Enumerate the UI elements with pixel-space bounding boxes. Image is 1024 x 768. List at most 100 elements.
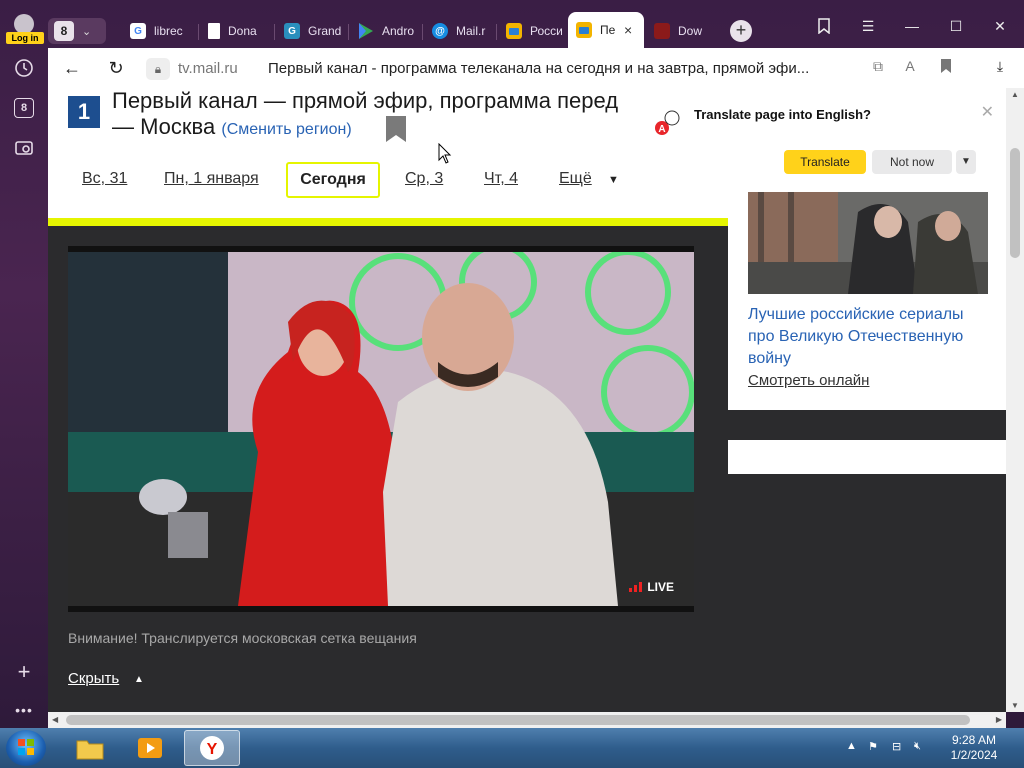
tv-icon <box>506 23 522 39</box>
close-tab-icon[interactable]: × <box>624 22 632 38</box>
translate-icon[interactable]: A <box>900 58 920 78</box>
day-link[interactable]: Чт, 4 <box>484 170 518 188</box>
bookmark-icon[interactable] <box>936 58 956 78</box>
tab-title: Росси <box>530 24 563 38</box>
watch-online-link[interactable]: Смотреть онлайн <box>748 372 869 389</box>
bookmark-page-icon[interactable] <box>386 116 406 142</box>
tabs-count-icon[interactable]: 8 <box>10 94 38 122</box>
page-title-line2: — Москва (Сменить регион) <box>112 114 352 140</box>
day-link[interactable]: Вс, 31 <box>82 170 127 188</box>
screenshot-icon[interactable] <box>10 134 38 162</box>
tab-separator <box>198 24 199 40</box>
horizontal-scrollbar[interactable]: ◀ ▶ <box>48 712 1006 728</box>
not-now-button[interactable]: Not now <box>872 150 952 174</box>
yandex-browser-taskbar-button[interactable]: Y <box>184 730 240 766</box>
copy-link-icon[interactable]: ⧉ <box>868 58 888 78</box>
clock-time: 9:28 AM <box>951 733 997 747</box>
more-days-link[interactable]: Ещё <box>559 170 592 188</box>
page-title-line1: Первый канал — прямой эфир, программа пе… <box>112 88 619 113</box>
close-icon[interactable]: ✕ <box>981 102 994 122</box>
clock-date: 1/2/2024 <box>950 748 998 762</box>
tab-count-button[interactable]: 8 ⌄ <box>48 18 106 44</box>
bookmarks-panel-icon[interactable] <box>812 18 836 38</box>
vertical-scroll-thumb[interactable] <box>1010 148 1020 258</box>
address-bar-row: ← ↻ 🔒︎ tv.mail.ru Первый канал - програм… <box>48 48 1024 88</box>
reload-button[interactable]: ↻ <box>104 56 128 80</box>
video-player[interactable]: LIVE <box>68 252 694 606</box>
tab[interactable]: G librec <box>122 16 190 46</box>
minimize-icon[interactable]: — <box>900 18 924 38</box>
tab-active[interactable]: Пе × <box>568 12 644 48</box>
start-button[interactable] <box>6 730 46 766</box>
promo-image[interactable] <box>748 192 988 294</box>
caret-up-icon[interactable]: ▲ <box>134 674 144 685</box>
login-button[interactable]: Log in <box>4 12 44 46</box>
horizontal-scroll-thumb[interactable] <box>66 715 970 725</box>
tab-title: Dow <box>678 24 703 38</box>
broadcast-warning: Внимание! Транслируется московская сетка… <box>68 630 417 646</box>
translate-title: Translate page into English? <box>694 107 871 122</box>
folder-icon <box>76 740 104 760</box>
day-link[interactable]: Пн, 1 января <box>164 170 259 188</box>
mouse-cursor <box>438 142 452 170</box>
download-site-icon <box>654 23 670 39</box>
promo-title[interactable]: Лучшие российские сериалы про Великую От… <box>748 304 994 370</box>
tab-strip: 8 ⌄ G librec Dona G Grand Andro @ Mail.r… <box>48 10 1024 48</box>
tab[interactable]: Dona <box>200 16 264 46</box>
action-center-icon[interactable]: ⚑ <box>868 740 878 753</box>
translate-button[interactable]: Translate <box>784 150 866 174</box>
grand-icon: G <box>284 23 300 39</box>
document-icon <box>208 23 220 39</box>
back-button[interactable]: ← <box>60 56 84 80</box>
maximize-icon[interactable]: ☐ <box>944 18 968 38</box>
show-hidden-icons[interactable]: ▲ <box>846 740 857 752</box>
tab[interactable]: Dow <box>646 16 714 46</box>
new-tab-button[interactable]: + <box>730 20 752 42</box>
svg-text:A: A <box>658 124 665 135</box>
channel-one-logo[interactable]: 1 <box>68 96 100 128</box>
scroll-down-icon[interactable]: ▼ <box>1011 701 1019 710</box>
url-page-title[interactable]: Первый канал - программа телеканала на с… <box>268 60 838 77</box>
lock-icon[interactable]: 🔒︎ <box>146 58 170 80</box>
add-panel-icon[interactable]: + <box>10 658 38 686</box>
tab-title: Grand <box>308 24 342 38</box>
scroll-right-icon[interactable]: ▶ <box>996 715 1002 724</box>
scroll-left-icon[interactable]: ◀ <box>52 715 58 724</box>
change-region-link[interactable]: (Сменить регион) <box>221 121 351 138</box>
day-navigation: Вс, 31 Пн, 1 января Сегодня Ср, 3 Чт, 4 … <box>48 162 728 198</box>
system-clock[interactable]: 9:28 AM 1/2/2024 <box>934 733 1014 763</box>
chevron-down-icon[interactable]: ▼ <box>956 150 976 174</box>
day-today-button[interactable]: Сегодня <box>286 162 380 198</box>
tab-title: Dona <box>228 24 257 38</box>
browser-sidebar: Log in 8 + ••• <box>0 0 48 728</box>
promo-card[interactable]: Лучшие российские сериалы про Великую От… <box>728 166 1006 410</box>
svg-text:Y: Y <box>207 741 218 758</box>
tab[interactable]: @ Mail.r <box>424 16 492 46</box>
vertical-scrollbar[interactable]: ▲ ▼ <box>1006 88 1024 712</box>
downloads-icon[interactable]: ⤓ <box>990 58 1010 78</box>
user-avatar-icon <box>14 14 34 34</box>
caret-down-icon[interactable]: ▼ <box>608 174 619 186</box>
tab[interactable]: G Grand <box>276 16 344 46</box>
hide-link[interactable]: Скрыть <box>68 670 119 687</box>
url-domain[interactable]: tv.mail.ru <box>178 60 238 77</box>
volume-muted-icon[interactable]: 🔇︎ <box>914 740 921 753</box>
page-title-city: — Москва <box>112 114 216 139</box>
tabs-count-badge: 8 <box>14 98 34 118</box>
menu-icon[interactable]: ☰ <box>856 18 880 38</box>
tab[interactable]: Росси <box>498 16 566 46</box>
google-icon: G <box>130 23 146 39</box>
tab-title: librec <box>154 24 183 38</box>
tab[interactable]: Andro <box>350 16 418 46</box>
close-window-icon[interactable]: ✕ <box>988 18 1012 38</box>
history-icon[interactable] <box>10 54 38 82</box>
tab-count-number: 8 <box>54 21 74 41</box>
day-link[interactable]: Ср, 3 <box>405 170 443 188</box>
explorer-taskbar-button[interactable] <box>62 730 118 766</box>
scroll-up-icon[interactable]: ▲ <box>1011 90 1019 99</box>
more-icon[interactable]: ••• <box>10 696 38 724</box>
network-icon[interactable]: ⊟ <box>892 740 901 753</box>
media-player-taskbar-button[interactable] <box>122 730 178 766</box>
translate-popup: A Translate page into English? ✕ Transla… <box>638 92 1008 188</box>
mail-ru-icon: @ <box>432 23 448 39</box>
